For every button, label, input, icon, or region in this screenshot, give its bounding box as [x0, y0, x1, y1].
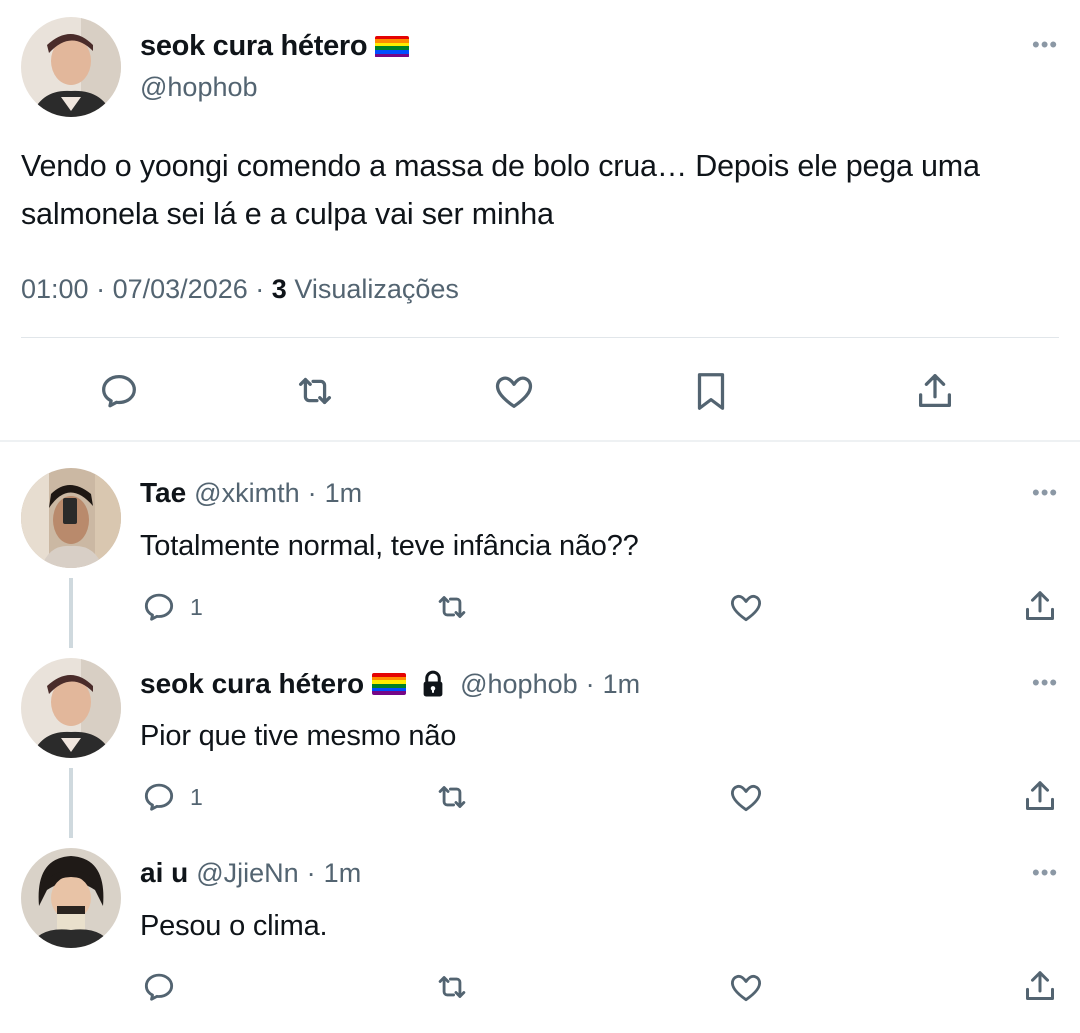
- reply-header: Tae @xkimth · 1m: [140, 477, 362, 509]
- more-options-icon[interactable]: •••: [1032, 34, 1058, 56]
- separator: ·: [96, 274, 106, 304]
- share-icon: [918, 374, 952, 408]
- divider: [21, 337, 1059, 338]
- heart-icon: [730, 975, 762, 1002]
- like-button[interactable]: [726, 588, 766, 626]
- reply-icon: [102, 374, 136, 408]
- tweet-meta: 01:00 · 07/03/2026 · 3 Visualizações: [21, 274, 459, 305]
- reply-button[interactable]: 1: [140, 588, 203, 626]
- tweet-date[interactable]: 07/03/2026: [113, 274, 248, 304]
- reply-tweet: seok cura hétero @hophob · 1m ••• Pior q…: [0, 658, 1080, 838]
- reply-count: 1: [190, 783, 203, 810]
- share-button[interactable]: [1020, 776, 1060, 816]
- like-button[interactable]: [490, 368, 538, 414]
- retweet-icon: [298, 377, 332, 405]
- reply-tweet: ai u @JjieNn · 1m ••• Pesou o clima.: [0, 848, 1080, 1033]
- separator: ·: [306, 857, 316, 888]
- bookmark-icon: [697, 373, 725, 410]
- author-row: seok cura hétero: [140, 30, 410, 63]
- thread-line: [69, 768, 73, 838]
- retweet-icon: [438, 596, 466, 618]
- more-options-icon[interactable]: •••: [1032, 862, 1058, 884]
- reply-text: Pesou o clima.: [140, 910, 328, 942]
- rainbow-flag-icon: [372, 673, 407, 695]
- like-button[interactable]: [726, 778, 766, 816]
- retweet-button[interactable]: [432, 778, 472, 816]
- reply-time[interactable]: 1m: [603, 669, 641, 700]
- share-icon: [1026, 781, 1054, 810]
- reply-header: ai u @JjieNn · 1m: [140, 857, 361, 889]
- reply-button[interactable]: 1: [140, 778, 203, 816]
- tweet-actions: [0, 360, 1080, 420]
- heart-icon: [730, 595, 762, 622]
- thread-line: [69, 578, 73, 648]
- reply-icon: [144, 593, 174, 621]
- section-divider: [0, 440, 1080, 442]
- reply-text: Totalmente normal, teve infância não??: [140, 530, 639, 562]
- heart-icon: [495, 376, 533, 408]
- share-icon: [1026, 971, 1054, 1000]
- avatar[interactable]: [21, 17, 121, 117]
- reply-count: 1: [190, 593, 203, 620]
- avatar[interactable]: [21, 658, 121, 758]
- handle[interactable]: @hophob: [460, 669, 578, 700]
- reply-icon: [144, 973, 174, 1001]
- retweet-button[interactable]: [432, 588, 472, 626]
- bookmark-button[interactable]: [688, 366, 734, 416]
- avatar[interactable]: [21, 848, 121, 948]
- share-icon: [1026, 591, 1054, 620]
- more-options-icon[interactable]: •••: [1032, 482, 1058, 504]
- share-button[interactable]: [912, 366, 958, 416]
- reply-time[interactable]: 1m: [325, 478, 363, 509]
- reply-tweet: Tae @xkimth · 1m ••• Totalmente normal, …: [0, 468, 1080, 648]
- rainbow-flag-icon: [375, 35, 410, 58]
- retweet-icon: [438, 976, 466, 998]
- views-count: 3: [271, 274, 287, 304]
- reply-button[interactable]: [96, 368, 142, 414]
- avatar[interactable]: [21, 468, 121, 568]
- display-name[interactable]: Tae: [140, 477, 186, 509]
- share-button[interactable]: [1020, 586, 1060, 626]
- like-button[interactable]: [726, 968, 766, 1006]
- reply-time[interactable]: 1m: [324, 858, 362, 889]
- reply-button[interactable]: [140, 968, 190, 1006]
- separator: ·: [585, 668, 595, 699]
- display-name[interactable]: ai u: [140, 857, 188, 889]
- handle[interactable]: @hophob: [140, 72, 258, 103]
- separator: ·: [307, 477, 317, 508]
- display-name[interactable]: seok cura hétero: [140, 30, 368, 63]
- more-options-icon[interactable]: •••: [1032, 672, 1058, 694]
- separator: ·: [255, 274, 265, 304]
- share-button[interactable]: [1020, 966, 1060, 1006]
- lock-icon: [423, 670, 443, 697]
- reply-header: seok cura hétero @hophob · 1m: [140, 667, 640, 701]
- heart-icon: [730, 785, 762, 812]
- main-tweet: seok cura hétero @hophob ••• Vendo o yoo…: [0, 0, 1080, 440]
- retweet-button[interactable]: [290, 368, 340, 414]
- handle[interactable]: @JjieNn: [196, 858, 298, 889]
- views-label: Visualizações: [294, 274, 459, 304]
- retweet-icon: [438, 786, 466, 808]
- reply-text: Pior que tive mesmo não: [140, 720, 457, 752]
- reply-icon: [144, 783, 174, 811]
- retweet-button[interactable]: [432, 968, 472, 1006]
- tweet-time[interactable]: 01:00: [21, 274, 89, 304]
- handle[interactable]: @xkimth: [194, 478, 299, 509]
- display-name[interactable]: seok cura hétero: [140, 668, 364, 700]
- tweet-text: Vendo o yoongi comendo a massa de bolo c…: [21, 149, 980, 231]
